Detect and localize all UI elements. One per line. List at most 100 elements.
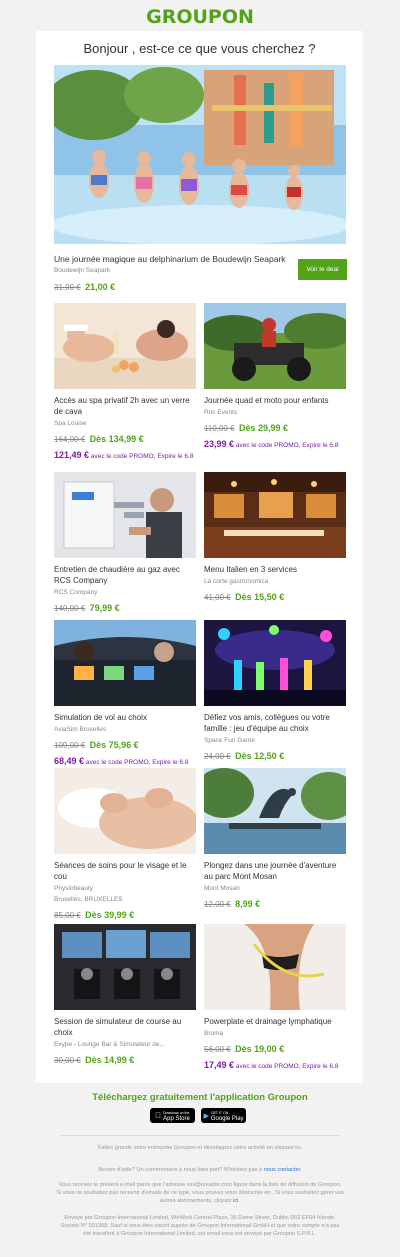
new-price: Dès 39,99 € bbox=[85, 910, 135, 920]
deal-image[interactable] bbox=[54, 768, 196, 854]
promo-price: 68,49 € bbox=[54, 756, 85, 766]
deal-image[interactable] bbox=[204, 303, 346, 389]
new-price: 8,99 € bbox=[235, 899, 261, 909]
deal-merchant: Exype - Lounge Bar & Simulateur de... bbox=[54, 1041, 165, 1048]
deal-card[interactable]: Menu Italien en 3 services La corte gast… bbox=[204, 472, 346, 605]
hero-title[interactable]: Une journée magique au delphinarium de B… bbox=[54, 254, 294, 265]
app-store-label: Download on the App Store bbox=[163, 1110, 190, 1122]
old-price: 30,00 € bbox=[54, 1056, 81, 1065]
email-card: Bonjour , est-ce ce que vous cherchez ? bbox=[36, 31, 363, 1083]
footer-help-suffix: . bbox=[300, 1167, 302, 1173]
hero-merchant: Boudewijn Seapark bbox=[54, 267, 111, 274]
deal-card[interactable]: Session de simulateur de course au choix… bbox=[54, 924, 196, 1068]
deal-image[interactable] bbox=[54, 924, 196, 1010]
new-price: Dès 75,96 € bbox=[89, 740, 139, 750]
google-play-button[interactable]: ▶ GET IT ON Google Play bbox=[201, 1108, 246, 1123]
deal-image[interactable] bbox=[54, 620, 196, 706]
footer-divider bbox=[60, 1135, 340, 1136]
greeting-heading: Bonjour , est-ce ce que vous cherchez ? bbox=[83, 41, 316, 56]
deal-image[interactable] bbox=[54, 303, 196, 389]
google-play-label: GET IT ON Google Play bbox=[211, 1110, 244, 1122]
new-price: Dès 14,99 € bbox=[85, 1055, 135, 1065]
deal-card[interactable]: Séances de soins pour le visage et le co… bbox=[54, 768, 196, 923]
promo-text: avec le code PROMO, Expire le 6.8 bbox=[84, 759, 189, 766]
deal-card[interactable]: Défiez vos amis, collègues ou votre fami… bbox=[204, 620, 346, 764]
old-price: 109,00 € bbox=[54, 741, 86, 750]
deal-title[interactable]: Journée quad et moto pour enfants bbox=[204, 395, 346, 406]
groupon-logo[interactable]: GROUPON bbox=[146, 6, 254, 28]
new-price: Dès 19,00 € bbox=[235, 1044, 285, 1054]
old-price: 164,00 € bbox=[54, 435, 86, 444]
deal-title[interactable]: Défiez vos amis, collègues ou votre fami… bbox=[204, 712, 346, 734]
footer-notice: Vous recevez le présent e-mail parce que… bbox=[56, 1182, 344, 1204]
new-price: Dès 12,50 € bbox=[235, 751, 285, 761]
deal-card[interactable]: Entretien de chaudière au gaz avec RCS C… bbox=[54, 472, 196, 616]
deal-merchant: Spa Louise bbox=[54, 420, 87, 427]
promo-price: 23,99 € bbox=[204, 439, 235, 449]
deal-price: 85,00 € Dès 39,99 € bbox=[54, 905, 196, 923]
old-price: 56,00 € bbox=[204, 1045, 231, 1054]
deal-image[interactable] bbox=[204, 768, 346, 854]
old-price: 41,00 € bbox=[204, 593, 231, 602]
deal-merchant: Space Fun Game bbox=[204, 737, 255, 744]
deal-card[interactable]: Simulation de vol au choix AviaSim Bruxe… bbox=[54, 620, 196, 768]
deal-card[interactable]: Powerplate et drainage lymphatique Bruma… bbox=[204, 924, 346, 1072]
deal-card[interactable]: Accès au spa privatif 2h avec un verre d… bbox=[54, 303, 196, 462]
deal-merchant: Roc Events bbox=[204, 409, 238, 416]
promo-line: 23,99 € avec le code PROMO, Expire le 6.… bbox=[204, 437, 346, 451]
deal-merchant: RCS Company bbox=[54, 589, 98, 596]
deal-price: 12,00 € 8,99 € bbox=[204, 894, 346, 912]
deal-title[interactable]: Plongez dans une journée d'aventure au p… bbox=[204, 860, 346, 882]
promo-line: 17,49 € avec le code PROMO, Expire le 6.… bbox=[204, 1058, 346, 1072]
view-deal-button[interactable]: Voir le deal bbox=[298, 259, 347, 280]
play-icon: ▶ bbox=[203, 1112, 209, 1120]
footer-help-text: Besoin d'aide? Un commentaire à nous fai… bbox=[98, 1167, 264, 1173]
deal-title[interactable]: Simulation de vol au choix bbox=[54, 712, 196, 723]
deal-card[interactable]: Journée quad et moto pour enfants Roc Ev… bbox=[204, 303, 346, 451]
manage-subscriptions-link[interactable]: ici bbox=[233, 1198, 238, 1204]
deal-title[interactable]: Powerplate et drainage lymphatique bbox=[204, 1016, 346, 1027]
promo-text: avec le code PROMO, Expire le 6.8 bbox=[234, 442, 339, 449]
old-price: 12,00 € bbox=[204, 900, 231, 909]
deal-image[interactable] bbox=[204, 472, 346, 558]
deal-title[interactable]: Session de simulateur de course au choix bbox=[54, 1016, 196, 1038]
deal-title[interactable]: Entretien de chaudière au gaz avec RCS C… bbox=[54, 564, 196, 586]
deal-image[interactable] bbox=[204, 620, 346, 706]
deal-price: 110,00 € Dès 29,99 € bbox=[204, 418, 346, 436]
footer-legal: Envoyé par Groupon International Limited… bbox=[60, 1215, 340, 1237]
footer-help: Besoin d'aide? Un commentaire à nous fai… bbox=[56, 1166, 344, 1174]
deal-price: 24,00 € Dès 12,50 € bbox=[204, 746, 346, 764]
app-store-button[interactable]:  Download on the App Store bbox=[150, 1108, 195, 1123]
deal-image[interactable] bbox=[54, 472, 196, 558]
deal-title[interactable]: Menu Italien en 3 services bbox=[204, 564, 346, 575]
header: GROUPON bbox=[0, 0, 400, 31]
apple-icon:  bbox=[155, 1111, 161, 1120]
deal-price: 56,00 € Dès 19,00 € bbox=[204, 1039, 346, 1057]
old-price: 110,00 € bbox=[204, 424, 235, 433]
app-store-big: App Store bbox=[160, 1115, 190, 1122]
new-price: Dès 134,99 € bbox=[89, 434, 144, 444]
deal-title[interactable]: Séances de soins pour le visage et le co… bbox=[54, 860, 196, 882]
google-play-big: Google Play bbox=[210, 1115, 244, 1122]
promo-text: avec le code PROMO, Expire le 6.8 bbox=[89, 453, 194, 460]
old-price: 31,00 € bbox=[54, 283, 81, 292]
promo-price: 17,49 € bbox=[204, 1060, 235, 1070]
footer-grow-text[interactable]: Faites grandir votre entreprise Groupon … bbox=[56, 1144, 344, 1152]
deal-merchant: Bruma bbox=[204, 1030, 224, 1037]
deal-merchant: Physiobeauty bbox=[54, 885, 94, 892]
old-price: 24,00 € bbox=[204, 752, 231, 761]
deal-title[interactable]: Accès au spa privatif 2h avec un verre d… bbox=[54, 395, 196, 417]
deal-image[interactable] bbox=[204, 924, 346, 1010]
app-download-title: Téléchargez gratuitement l'application G… bbox=[92, 1092, 308, 1103]
deal-card[interactable]: Plongez dans une journée d'aventure au p… bbox=[204, 768, 346, 912]
new-price: Dès 15,50 € bbox=[235, 592, 285, 602]
old-price: 140,00 € bbox=[54, 604, 86, 613]
deal-price: 30,00 € Dès 14,99 € bbox=[54, 1050, 196, 1068]
contact-link[interactable]: nous contacter bbox=[264, 1167, 300, 1173]
promo-line: 121,49 € avec le code PROMO, Expire le 6… bbox=[54, 448, 196, 462]
hero-image[interactable] bbox=[54, 65, 346, 244]
deal-merchant: Mont Mosan bbox=[204, 885, 240, 892]
deal-price: 140,00 € 79,99 € bbox=[54, 598, 196, 616]
footer-notice-text: Vous recevez le présent e-mail parce que… bbox=[56, 1182, 344, 1204]
hero-price: 31,00 € 21,00 € bbox=[54, 277, 115, 295]
